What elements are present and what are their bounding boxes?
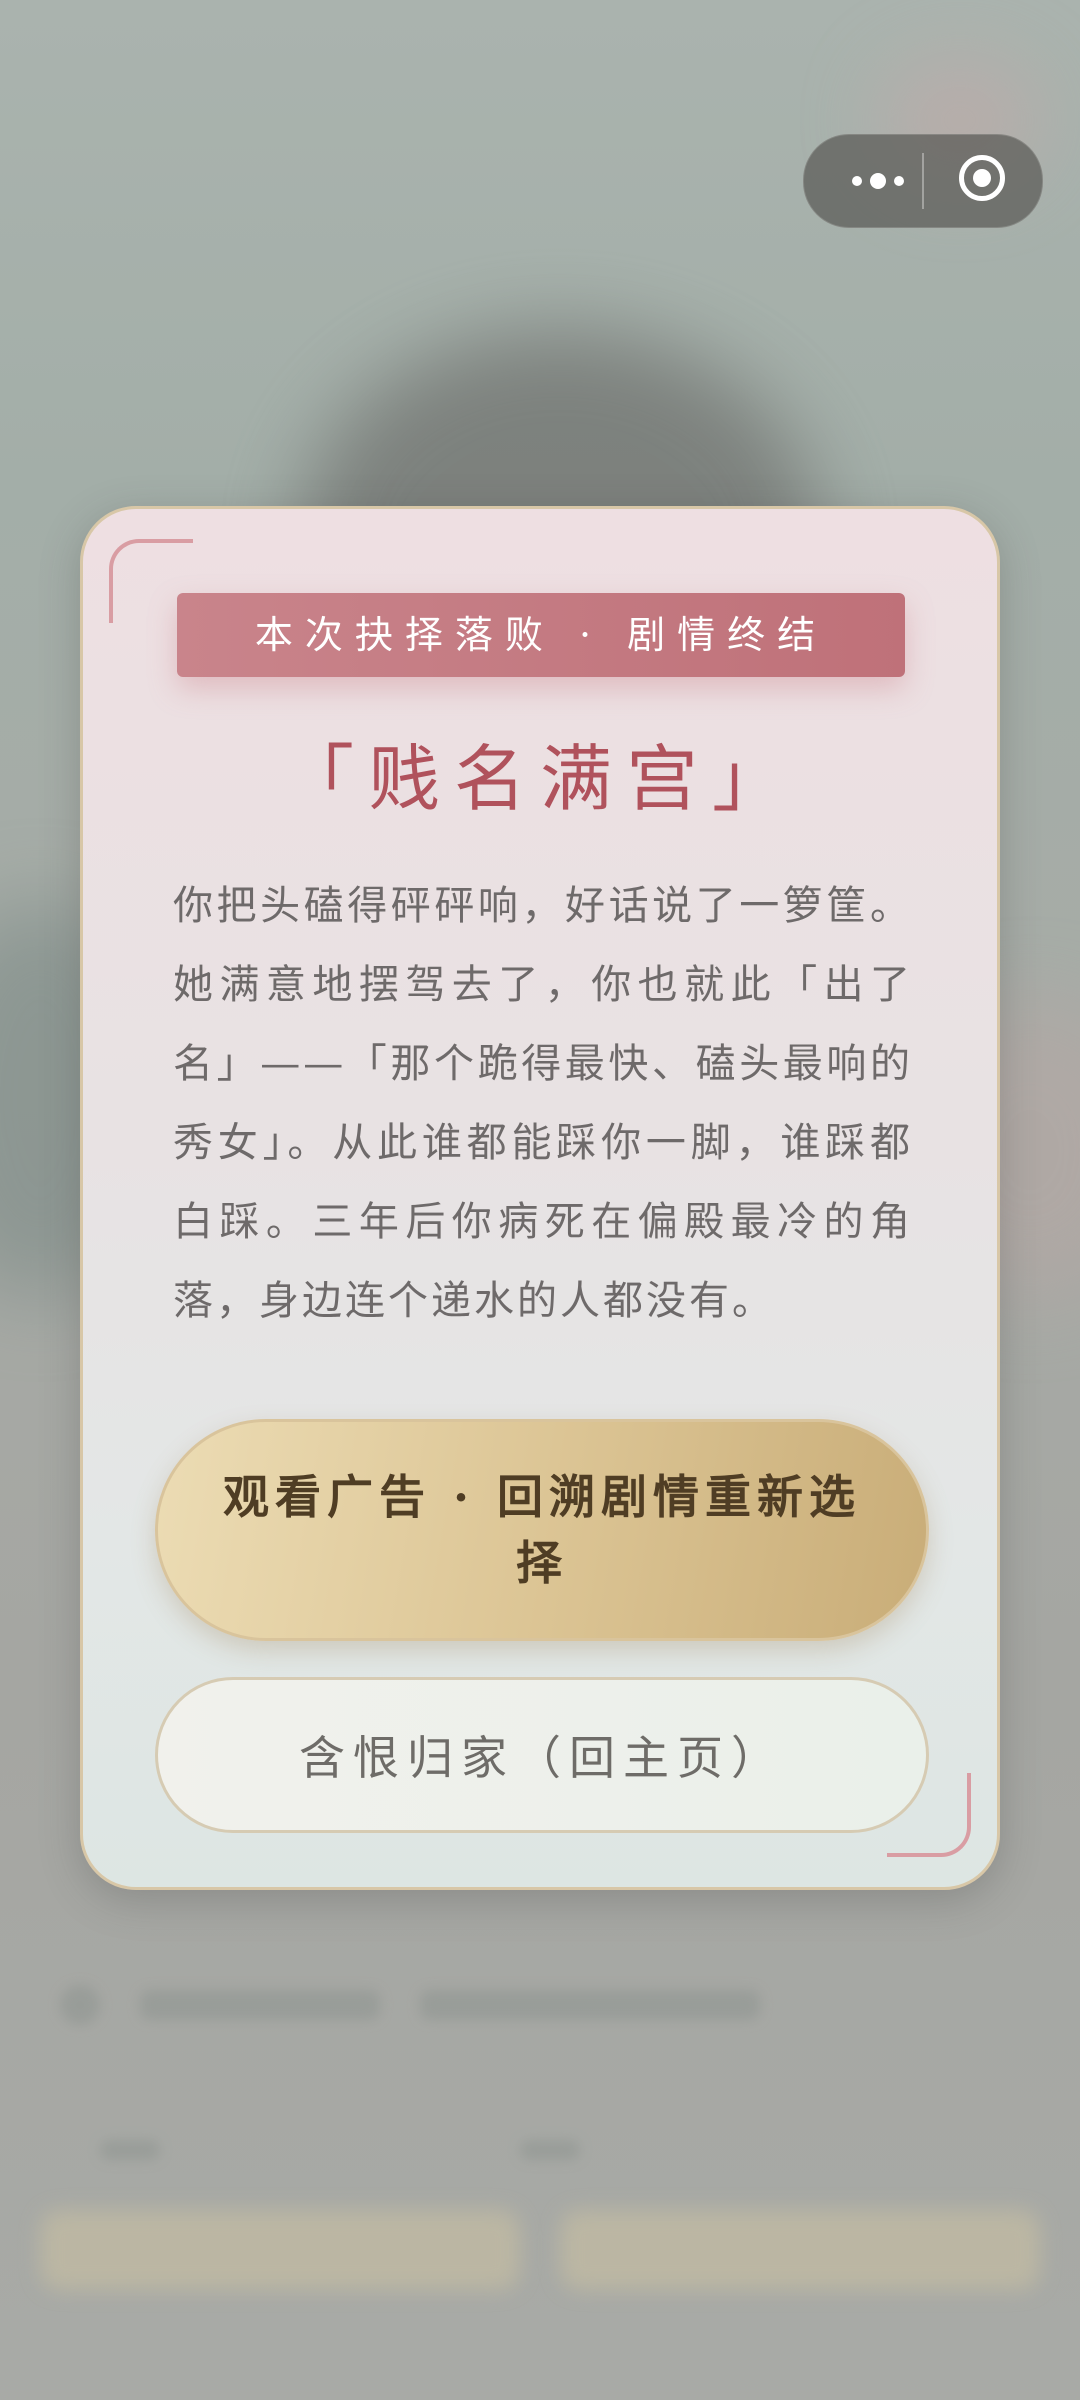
capsule-divider [922,153,924,209]
ending-title: 「贱名满宫」 [281,737,798,821]
watch-ad-retry-button[interactable]: 观看广告 · 回溯剧情重新选择 [155,1419,929,1641]
mini-program-capsule [803,134,1043,228]
go-home-button[interactable]: 含恨归家（回主页） [155,1677,929,1833]
more-dots-icon[interactable] [834,135,922,227]
ending-dialog: 本次抉择落败 · 剧情终结 「贱名满宫」 你把头磕得砰砰响，好话说了一箩筐。她满… [80,506,1000,1890]
target-circle-icon[interactable] [959,155,1005,201]
ending-story: 你把头磕得砰砰响，好话说了一箩筐。她满意地摆驾去了，你也就此「出了名」——「那个… [173,883,913,1324]
go-home-label: 含恨归家（回主页） [299,1731,785,1785]
watch-ad-label: 观看广告 · 回溯剧情重新选择 [222,1470,862,1590]
failure-banner: 本次抉择落败 · 剧情终结 [177,593,905,677]
